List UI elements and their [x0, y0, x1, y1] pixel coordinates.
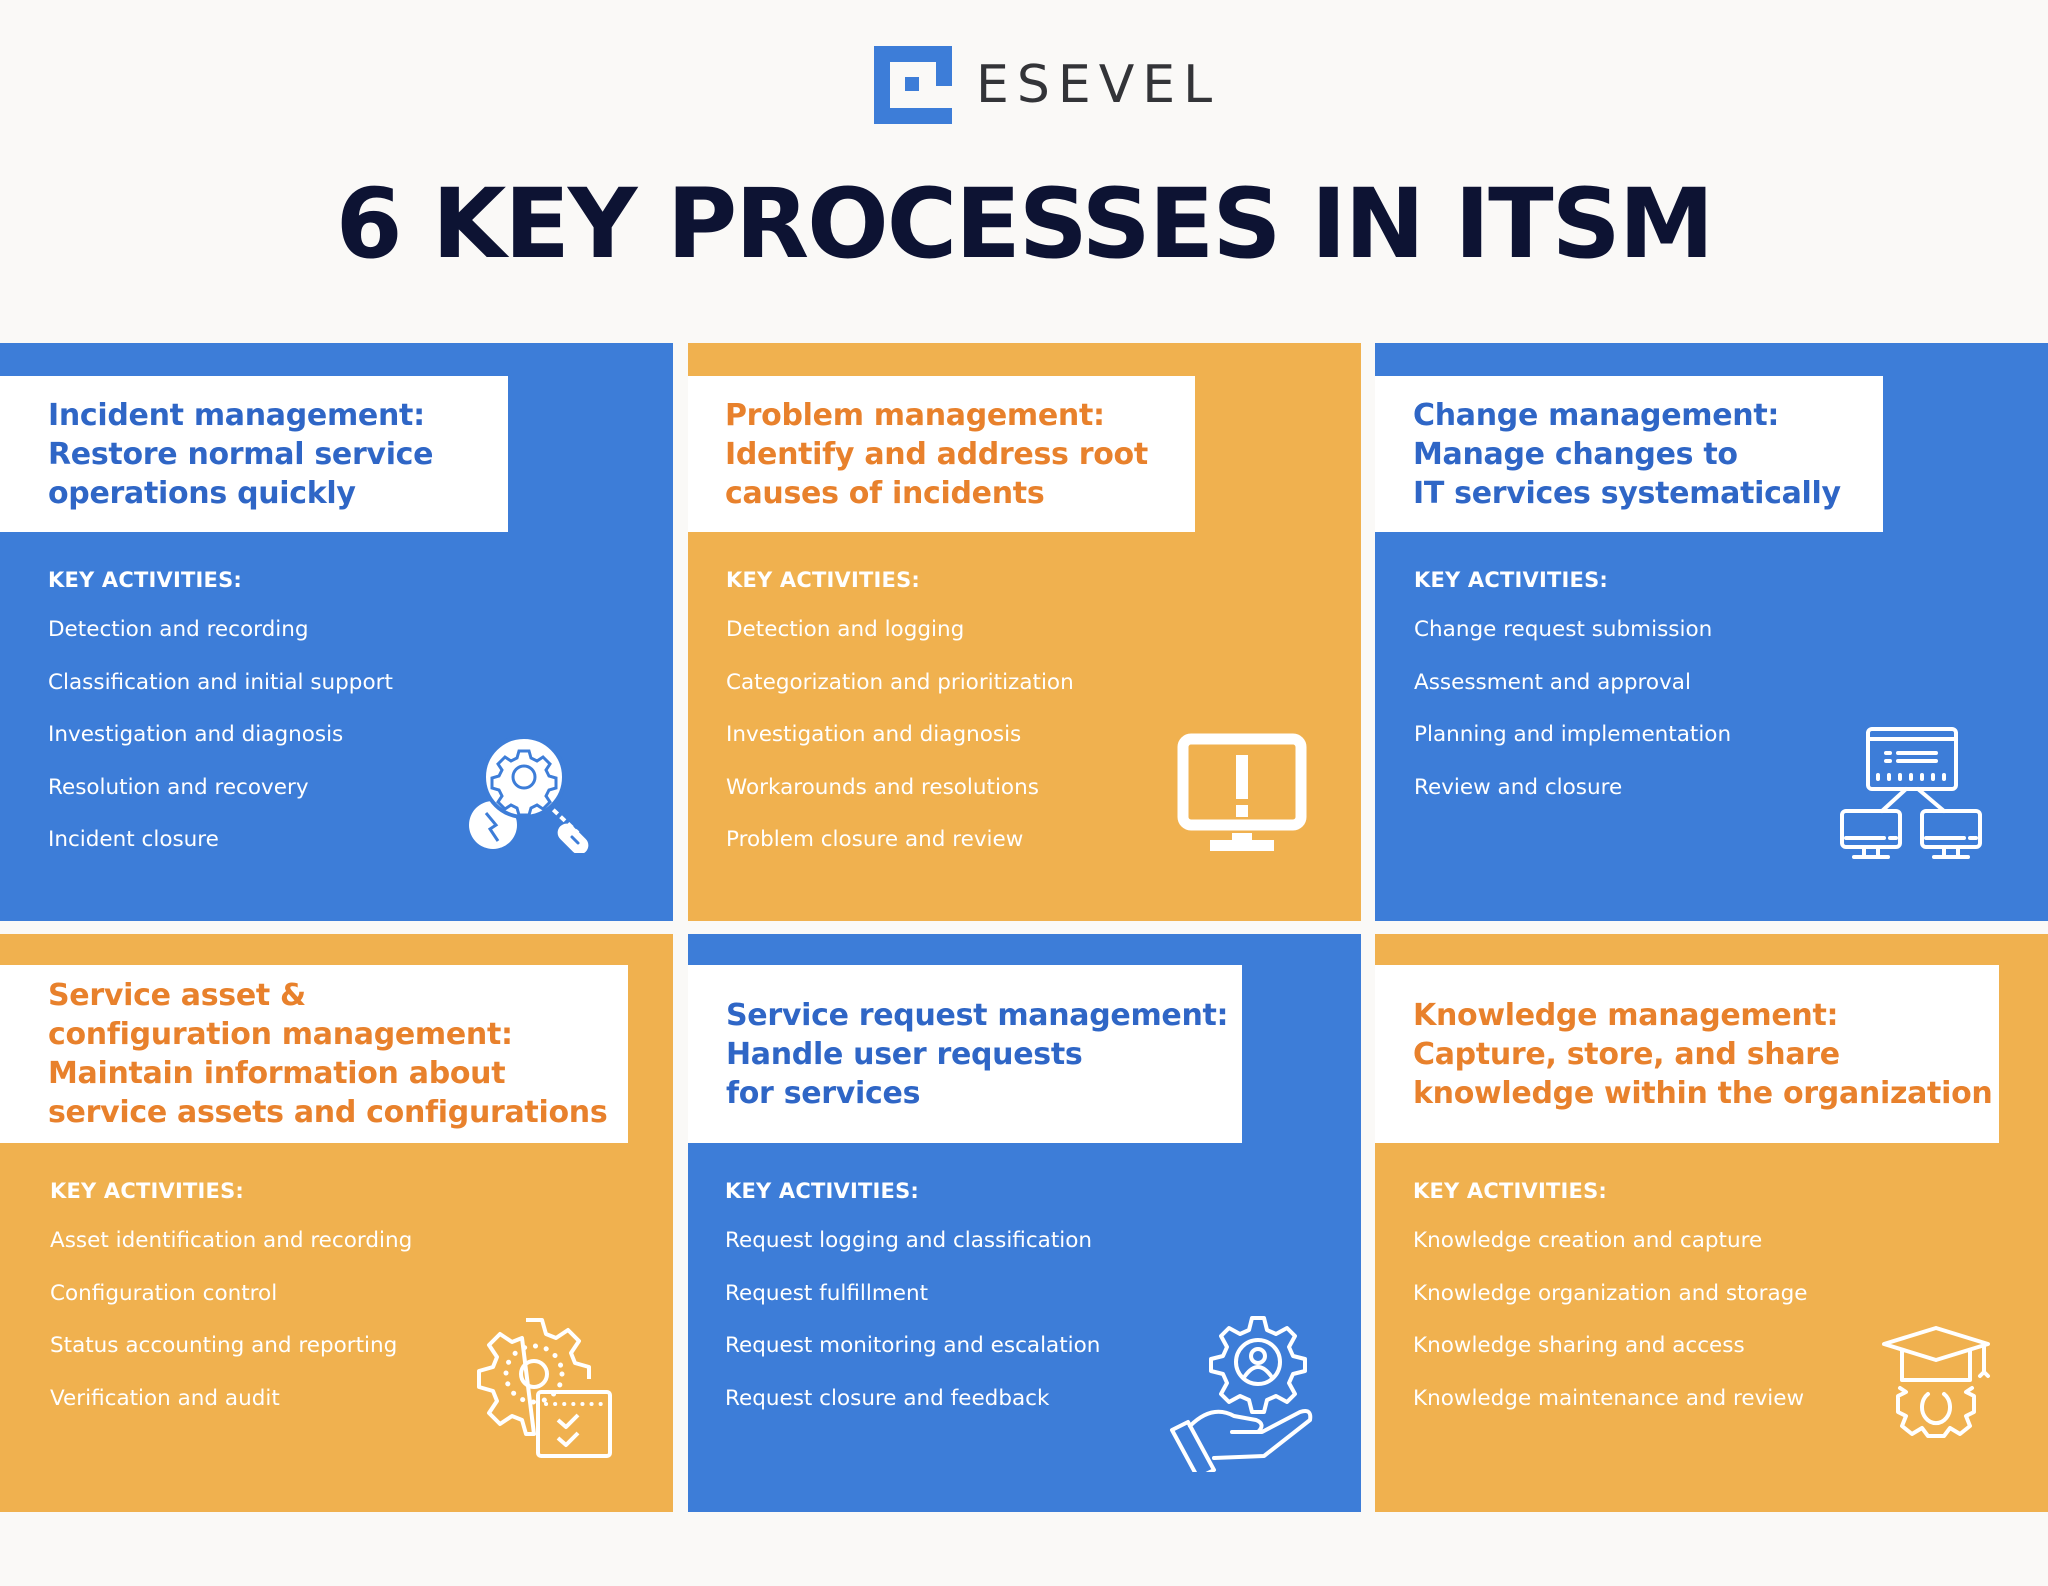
- process-card-knowledge-management: Knowledge management: Capture, store, an…: [1375, 934, 2048, 1512]
- key-activities-label: KEY ACTIVITIES:: [1414, 568, 1609, 592]
- card-heading: Service request management: Handle user …: [726, 997, 1229, 1111]
- activity-item: Investigation and diagnosis: [48, 722, 344, 747]
- card-heading-box: Problem management: Identify and address…: [688, 376, 1195, 532]
- page-title: 6 KEY PROCESSES IN ITSM: [335, 168, 1715, 280]
- activity-item: Knowledge maintenance and review: [1413, 1385, 1805, 1411]
- activity-item: Resolution and recovery: [48, 774, 309, 800]
- graduation-cap-gear-icon: [1880, 1326, 2000, 1456]
- activity-item: Asset identification and recording: [50, 1228, 413, 1253]
- activity-item: Change request submission: [1414, 617, 1713, 642]
- card-heading-box: Service asset & configuration management…: [0, 965, 628, 1143]
- card-heading-box: Change management: Manage changes to IT …: [1375, 376, 1883, 532]
- key-activities-label: KEY ACTIVITIES:: [725, 1179, 920, 1203]
- gear-checklist-icon: [466, 1312, 616, 1462]
- activity-item: Knowledge organization and storage: [1413, 1280, 1808, 1306]
- activity-item: Problem closure and review: [726, 827, 1024, 852]
- activities-list: Detection and recording Classification a…: [48, 616, 393, 879]
- key-activities-label: KEY ACTIVITIES:: [50, 1179, 245, 1203]
- activity-item: Knowledge creation and capture: [1413, 1228, 1763, 1253]
- activity-item: Knowledge sharing and access: [1413, 1333, 1745, 1358]
- card-heading-box: Incident management: Restore normal serv…: [0, 376, 508, 532]
- card-heading: Change management: Manage changes to IT …: [1413, 397, 1841, 511]
- activity-item: Categorization and prioritization: [726, 669, 1074, 695]
- magnifier-gear-icon: [466, 733, 606, 853]
- key-activities-label: KEY ACTIVITIES:: [726, 568, 921, 592]
- activity-item: Request fulfillment: [725, 1280, 929, 1306]
- esevel-logo-icon: [874, 46, 952, 124]
- activities-list: Detection and logging Categorization and…: [726, 616, 1074, 879]
- process-card-problem-management: Problem management: Identify and address…: [688, 343, 1361, 921]
- card-heading: Service asset & configuration management…: [48, 978, 608, 1130]
- activities-list: Asset identification and recording Confi…: [50, 1227, 412, 1437]
- activities-list: Request logging and classification Reque…: [725, 1227, 1100, 1437]
- activity-item: Incident closure: [48, 827, 219, 852]
- activity-item: Workarounds and resolutions: [726, 774, 1039, 800]
- activity-item: Classification and initial support: [48, 669, 393, 695]
- process-card-service-asset-configuration-management: Service asset & configuration management…: [0, 934, 673, 1512]
- key-activities-label: KEY ACTIVITIES:: [48, 568, 243, 592]
- card-heading: Problem management: Identify and address…: [725, 397, 1148, 511]
- activity-item: Investigation and diagnosis: [726, 722, 1022, 747]
- activity-item: Request closure and feedback: [725, 1385, 1050, 1411]
- card-heading: Knowledge management: Capture, store, an…: [1413, 997, 1993, 1111]
- activity-item: Assessment and approval: [1414, 669, 1691, 695]
- activity-item: Configuration control: [50, 1280, 278, 1306]
- card-heading: Incident management: Restore normal serv…: [48, 397, 434, 511]
- process-card-incident-management: Incident management: Restore normal serv…: [0, 343, 673, 921]
- activity-item: Request monitoring and escalation: [725, 1333, 1101, 1358]
- activity-item: Verification and audit: [50, 1385, 280, 1411]
- process-card-change-management: Change management: Manage changes to IT …: [1375, 343, 2048, 921]
- activity-item: Detection and recording: [48, 617, 309, 642]
- activity-item: Request logging and classification: [725, 1228, 1093, 1253]
- card-heading-box: Service request management: Handle user …: [688, 965, 1242, 1143]
- brand-logo: ESEVEL: [874, 46, 1220, 124]
- card-heading-box: Knowledge management: Capture, store, an…: [1375, 965, 1999, 1143]
- key-activities-label: KEY ACTIVITIES:: [1413, 1179, 1608, 1203]
- process-card-service-request-management: Service request management: Handle user …: [688, 934, 1361, 1512]
- activity-item: Planning and implementation: [1414, 722, 1732, 747]
- brand-name: ESEVEL: [976, 55, 1221, 115]
- network-computers-icon: [1838, 723, 1988, 863]
- activities-list: Knowledge creation and capture Knowledge…: [1413, 1227, 1808, 1437]
- activities-list: Change request submission Assessment and…: [1414, 616, 1731, 826]
- activity-item: Status accounting and reporting: [50, 1333, 398, 1358]
- monitor-alert-icon: [1177, 733, 1307, 853]
- activity-item: Detection and logging: [726, 617, 965, 642]
- hand-gear-user-icon: [1168, 1312, 1318, 1472]
- activity-item: Review and closure: [1414, 774, 1623, 800]
